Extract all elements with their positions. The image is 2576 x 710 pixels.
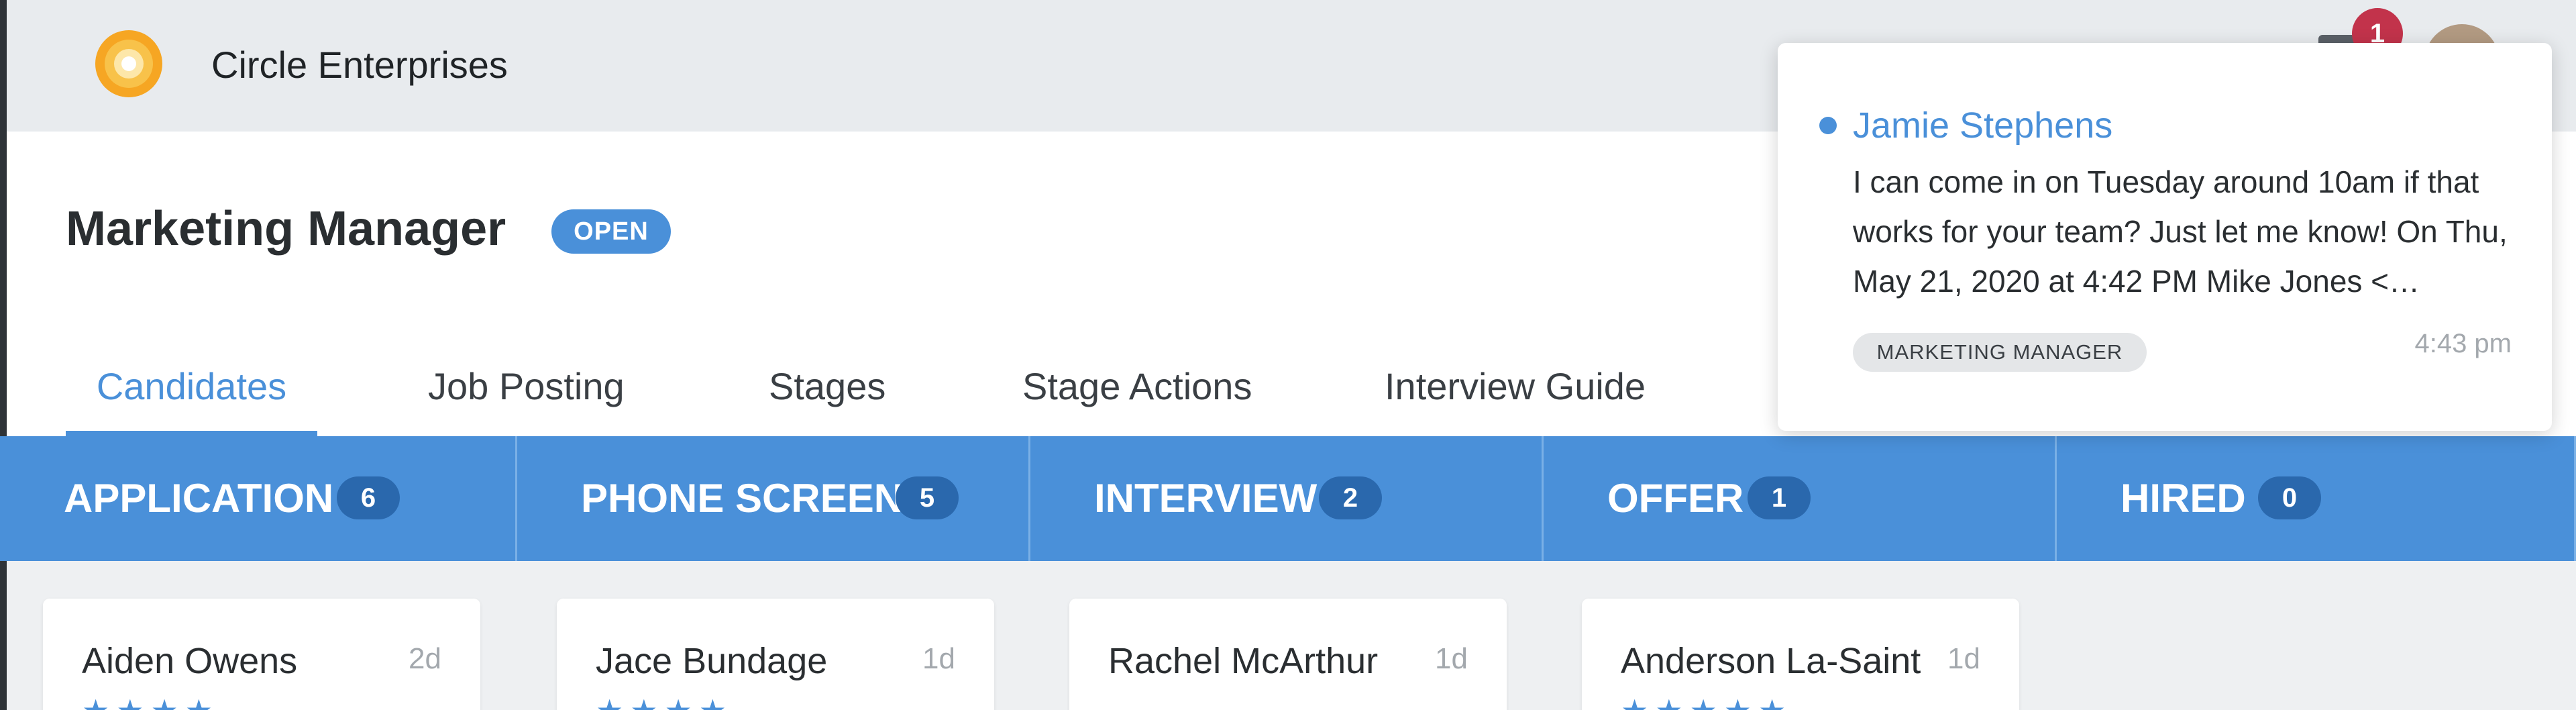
tab-interview-guide[interactable]: Interview Guide <box>1385 353 1646 436</box>
notification-sender[interactable]: Jamie Stephens <box>1853 103 2112 148</box>
candidate-name: Jace Bundage <box>596 641 828 681</box>
stage-count-badge: 2 <box>1319 476 1382 519</box>
stage-phone-screen[interactable]: PHONE SCREEN 5 <box>517 436 1030 561</box>
left-edge <box>0 0 7 710</box>
status-badge: OPEN <box>551 209 671 254</box>
stage-columns-header: APPLICATION 6 PHONE SCREEN 5 INTERVIEW 2… <box>0 436 2576 561</box>
rating-stars: ★★★★ <box>596 693 733 710</box>
tab-job-posting[interactable]: Job Posting <box>428 353 625 436</box>
tab-stages[interactable]: Stages <box>769 353 885 436</box>
job-tag-badge: MARKETING MANAGER <box>1853 333 2147 372</box>
candidate-age: 2d <box>409 642 441 675</box>
stage-name: HIRED <box>2121 476 2246 521</box>
stage-count-badge: 5 <box>896 476 959 519</box>
stage-count-badge: 0 <box>2258 476 2321 519</box>
candidate-card[interactable]: Aiden Owens 2d ★★★★ <box>43 599 480 710</box>
active-tab-underline <box>66 431 317 436</box>
stage-name: APPLICATION <box>64 476 334 521</box>
stage-hired[interactable]: HIRED 0 <box>2057 436 2576 561</box>
tab-candidates[interactable]: Candidates <box>66 353 317 436</box>
tab-label: Stage Actions <box>1022 365 1252 407</box>
unread-dot-icon <box>1819 117 1837 134</box>
stage-name: INTERVIEW <box>1094 476 1318 521</box>
stage-count-badge: 6 <box>337 476 400 519</box>
company-name: Circle Enterprises <box>211 44 508 86</box>
tab-label: Interview Guide <box>1385 365 1646 407</box>
stage-interview[interactable]: INTERVIEW 2 <box>1030 436 1544 561</box>
company-logo-icon[interactable] <box>89 27 169 101</box>
stage-name: OFFER <box>1607 476 1744 521</box>
candidate-age: 1d <box>1947 642 1980 675</box>
candidate-name: Anderson La-Saint <box>1621 641 1921 681</box>
rating-stars: ★★★★ <box>82 693 219 710</box>
stage-offer[interactable]: OFFER 1 <box>1544 436 2057 561</box>
candidate-name: Rachel McArthur <box>1108 641 1379 681</box>
candidate-name: Aiden Owens <box>82 641 298 681</box>
notification-popup[interactable]: Jamie Stephens I can come in on Tuesday … <box>1778 43 2552 431</box>
tab-label: Candidates <box>96 365 287 407</box>
candidate-age: 1d <box>1435 642 1468 675</box>
stage-name: PHONE SCREEN <box>581 476 904 521</box>
candidate-card[interactable]: Anderson La-Saint 1d ★★★★★ <box>1582 599 2019 710</box>
tab-stage-actions[interactable]: Stage Actions <box>1022 353 1252 436</box>
stage-application[interactable]: APPLICATION 6 <box>0 436 517 561</box>
tab-bar: Candidates Job Posting Stages Stage Acti… <box>66 353 1810 436</box>
candidate-age: 1d <box>922 642 955 675</box>
stage-count-badge: 1 <box>1748 476 1811 519</box>
page-title: Marketing Manager <box>66 202 506 256</box>
candidate-card[interactable]: Rachel McArthur 1d <box>1069 599 1507 710</box>
candidate-card[interactable]: Jace Bundage 1d ★★★★ <box>557 599 994 710</box>
rating-stars: ★★★★★ <box>1621 693 1792 710</box>
tab-label: Stages <box>769 365 886 407</box>
notification-time: 4:43 pm <box>2414 329 2512 358</box>
tab-label: Job Posting <box>428 365 625 407</box>
notification-message: I can come in on Tuesday around 10am if … <box>1853 164 2508 299</box>
